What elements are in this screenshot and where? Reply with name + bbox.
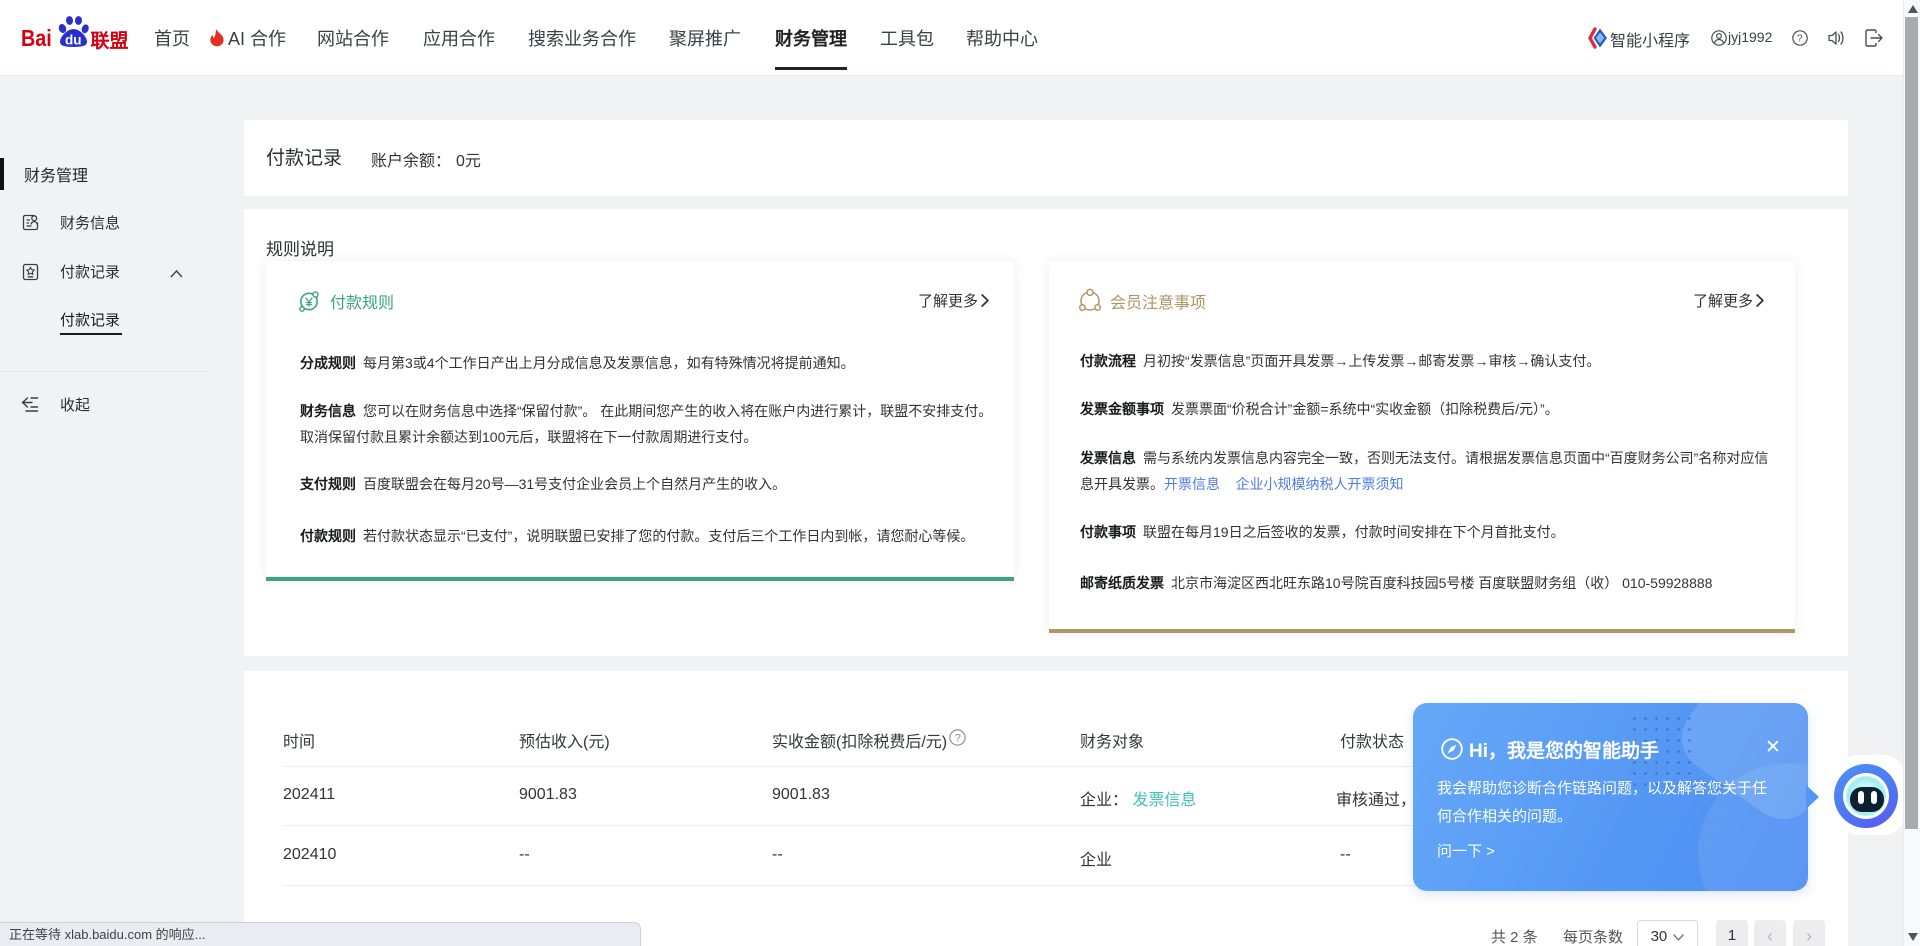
svg-text:联盟: 联盟 <box>91 30 129 52</box>
svg-text:du: du <box>65 33 82 48</box>
svg-text:Bai: Bai <box>21 24 52 51</box>
svg-text:?: ? <box>1797 34 1803 45</box>
svg-text:?: ? <box>955 732 961 744</box>
